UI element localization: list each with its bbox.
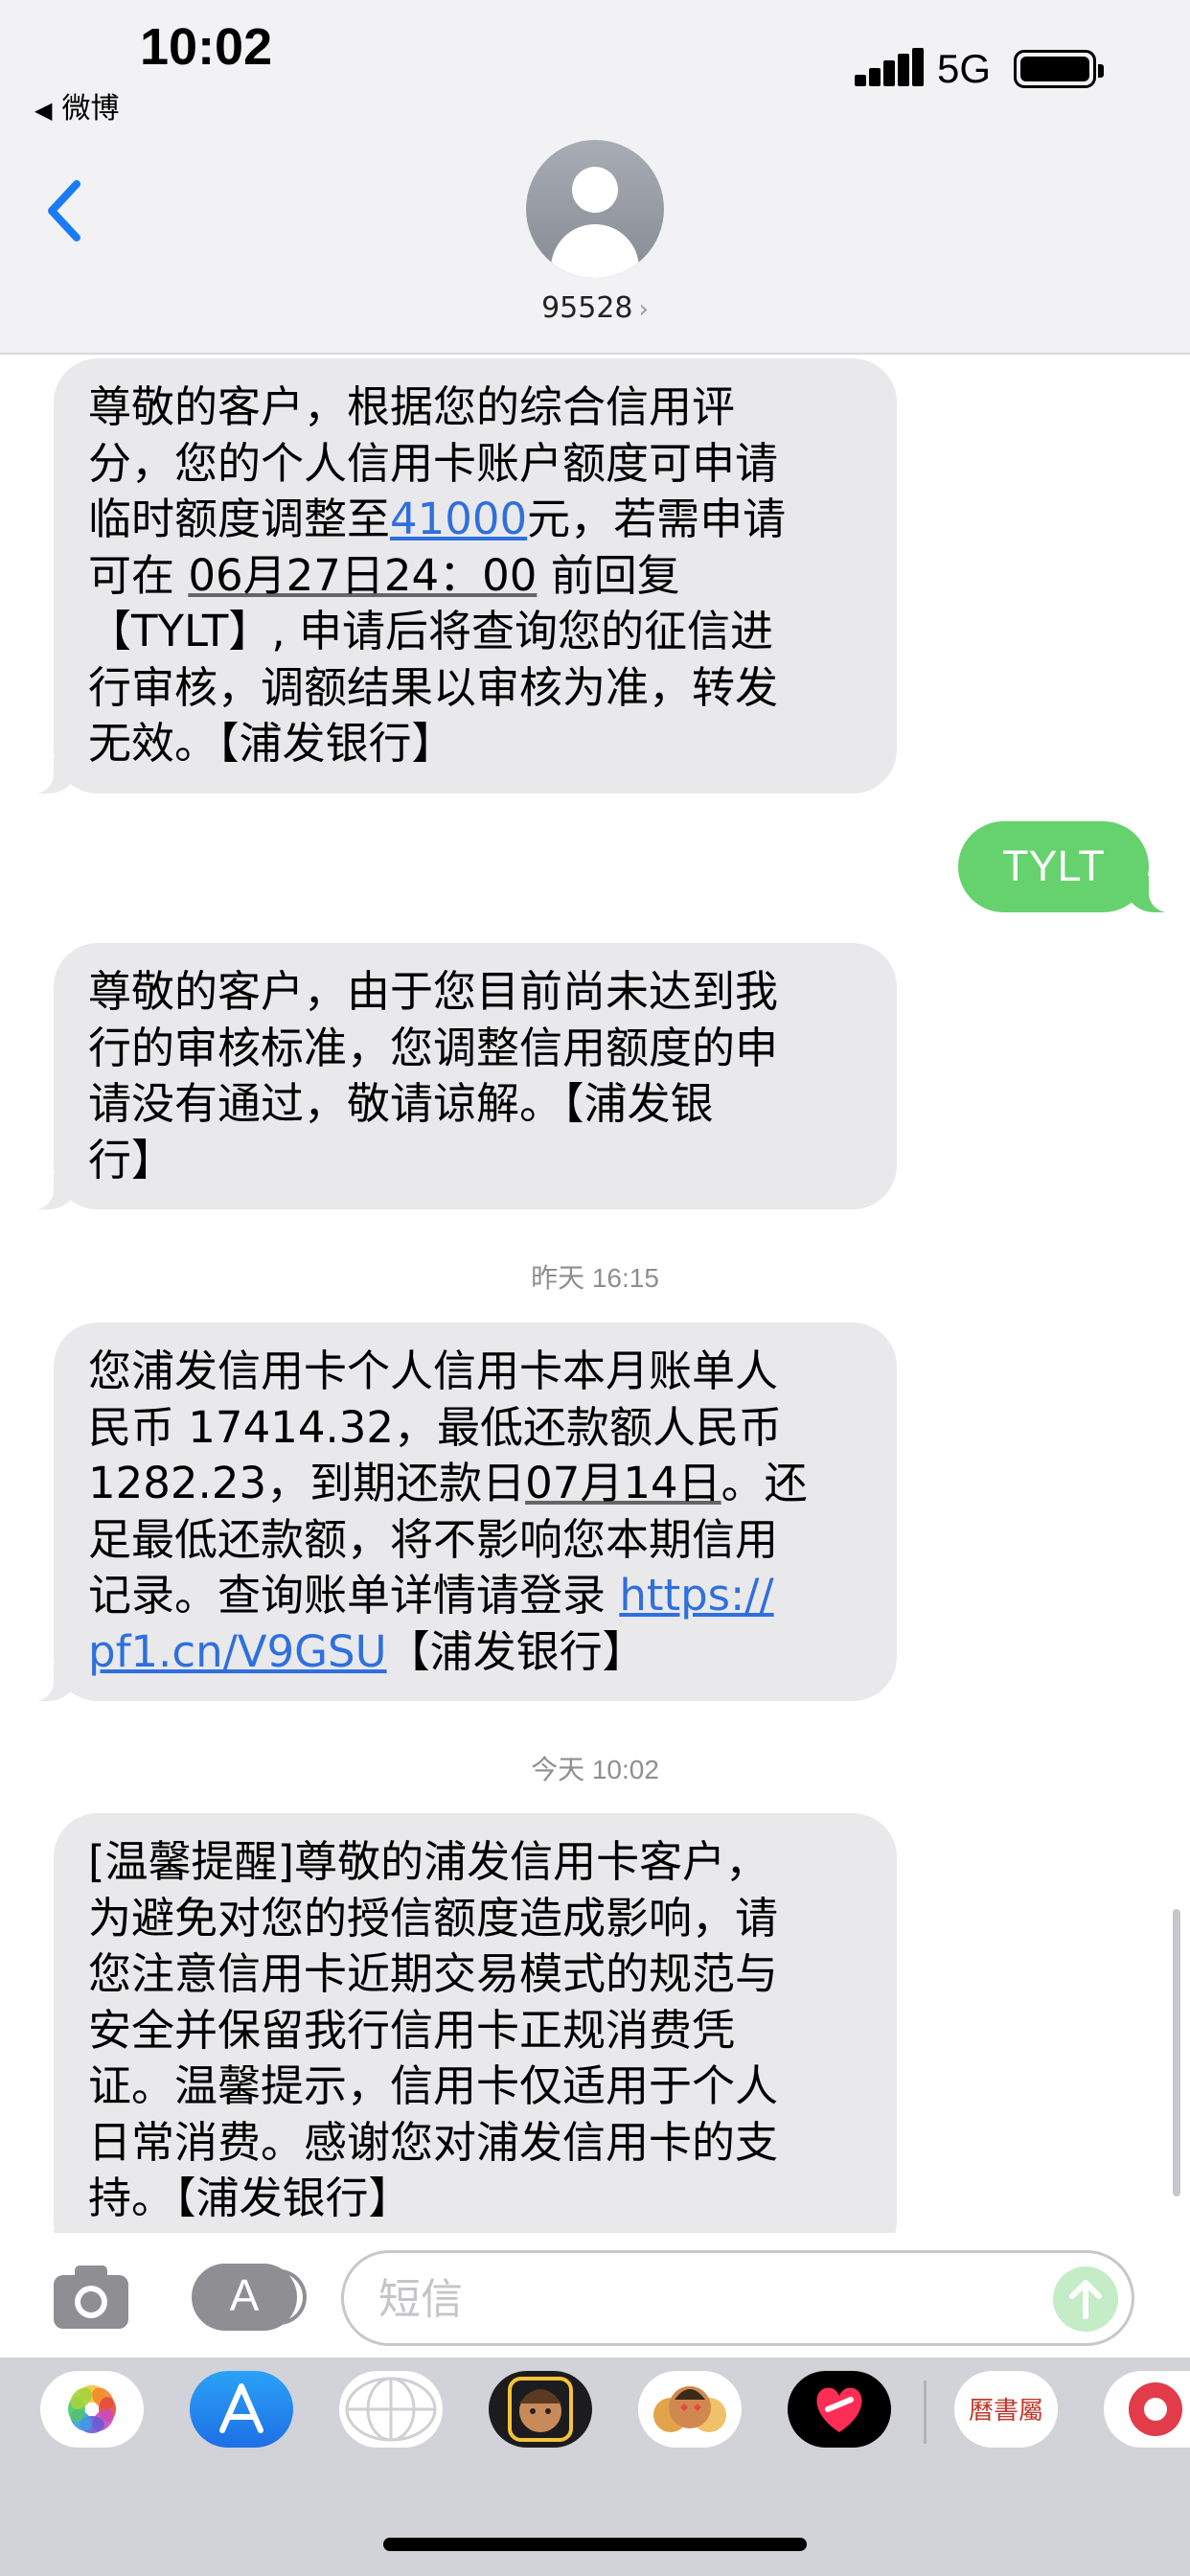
apps-button[interactable]: A <box>192 2264 307 2331</box>
send-button[interactable] <box>1053 2266 1118 2332</box>
message-line: 请没有通过，敬请谅解。【浦发银 <box>88 1078 714 1129</box>
app-store-glyph-icon: A <box>229 2270 260 2320</box>
svg-text:曆書屬: 曆書屬 <box>969 2397 1043 2426</box>
person-body-icon <box>551 224 639 278</box>
message-line: 无效。【浦发银行】 <box>88 718 455 769</box>
app-store-icon[interactable] <box>190 2371 293 2448</box>
message-text: 前回复 <box>550 549 680 601</box>
calendar-logo-icon: 曆書屬 <box>969 2397 1043 2426</box>
url-link[interactable]: pf1.cn/V9GSU <box>88 1626 387 1677</box>
heart-icon <box>816 2387 862 2432</box>
message-bubble-2[interactable]: TYLT <box>958 821 1178 912</box>
datetime-link[interactable]: 06月27日24：00 <box>188 550 537 601</box>
message-bubble-5[interactable]: [温馨提醒]尊敬的浦发信用卡客户， 为避免对您的授信额度造成影响，请 您注意信用… <box>25 1813 897 2233</box>
message-line: 足最低还款额，将不影响您本期信用 <box>88 1513 779 1565</box>
message-text: 记录。查询账单详情请登录 <box>88 1570 620 1621</box>
message-line: [温馨提醒]尊敬的浦发信用卡客户， <box>88 1836 769 1887</box>
contact-avatar[interactable] <box>526 140 664 278</box>
message-line: 行的审核标准，您调整信用额度的申 <box>88 1022 779 1073</box>
camera-icon <box>54 2266 128 2329</box>
message-list[interactable]: 尊敬的客户，根据您的综合信用评 分，您的个人信用卡账户额度可申请 临时额度调整至… <box>0 355 1190 2233</box>
message-line: 您注意信用卡近期交易模式的规范与 <box>88 1948 779 1999</box>
status-time: 10:02 <box>140 18 273 76</box>
message-line: 您浦发信用卡个人信用卡本月账单人 <box>88 1346 779 1396</box>
chevron-right-icon: › <box>638 295 649 324</box>
message-text: 。还 <box>721 1458 808 1508</box>
camera-button[interactable] <box>50 2262 132 2333</box>
message-line: 日常消费。感谢您对浦发信用卡的支 <box>88 2116 779 2168</box>
partial-app-icon[interactable] <box>1104 2371 1190 2448</box>
calendar-app-icon[interactable]: 曆書屬 <box>954 2371 1058 2448</box>
arrow-up-icon <box>1069 2280 1102 2319</box>
due-date-link[interactable]: 07月14日 <box>525 1458 721 1508</box>
app-logo-icon <box>1129 2382 1182 2436</box>
back-triangle-icon: ◀ <box>34 97 53 124</box>
message-text: 元，若需申请 <box>527 494 787 544</box>
memoji-icon[interactable] <box>489 2371 592 2448</box>
chevron-left-icon <box>48 180 80 242</box>
message-line: 1282.23，到期还款日07月14日。还 <box>88 1456 866 1512</box>
timestamp-today: 今天 10:02 <box>531 1755 659 1784</box>
message-line: 尊敬的客户，由于您目前尚未达到我 <box>88 966 779 1017</box>
contact-name-button[interactable]: 95528 › <box>0 291 1190 325</box>
message-line: 证。温馨提示，信用卡仅适用于个人 <box>88 2060 779 2111</box>
message-line: 临时额度调整至41000元，若需申请 <box>88 492 866 548</box>
contact-name: 95528 <box>541 291 633 325</box>
compose-bar: A <box>0 2233 1190 2358</box>
memoji-stickers-icon[interactable] <box>638 2371 742 2448</box>
home-indicator[interactable] <box>383 2538 807 2551</box>
message-bubble-3[interactable]: 尊敬的客户，由于您目前尚未达到我 行的审核标准，您调整信用额度的申 请没有通过，… <box>25 943 897 1209</box>
drawer-divider <box>924 2380 927 2444</box>
app-drawer: 曆書屬 <box>0 2358 1190 2576</box>
message-text: 【浦发银行】 <box>386 1625 646 1677</box>
conversation-header: 95528 › <box>0 134 1190 355</box>
heart-app-icon[interactable] <box>788 2371 891 2448</box>
battery-icon <box>1014 50 1104 88</box>
message-text: 可在 <box>88 549 175 601</box>
message-line: 行】 <box>88 1134 175 1185</box>
message-input-container[interactable] <box>341 2250 1134 2346</box>
url-link[interactable]: https:// <box>619 1570 773 1621</box>
message-bubble-1[interactable]: 尊敬的客户，根据您的综合信用评 分，您的个人信用卡账户额度可申请 临时额度调整至… <box>25 358 897 794</box>
memoji-group-icon <box>653 2386 726 2432</box>
digital-touch-icon[interactable] <box>339 2371 443 2448</box>
message-bubble-4[interactable]: 您浦发信用卡个人信用卡本月账单人 民币 17414.32，最低还款额人民币 12… <box>25 1322 897 1701</box>
message-input[interactable] <box>378 2270 992 2328</box>
message-line: pf1.cn/V9GSU【浦发银行】 <box>88 1624 866 1681</box>
timestamp-yesterday: 昨天 16:15 <box>531 1263 659 1293</box>
message-line: 行审核，调额结果以审核为准，转发 <box>88 661 779 713</box>
amount-link[interactable]: 41000 <box>390 494 527 544</box>
message-line: 为避免对您的授信额度造成影响，请 <box>88 1892 779 1944</box>
message-line: 安全并保留我行信用卡正规消费凭 <box>88 2004 736 2056</box>
person-head-icon <box>572 167 618 213</box>
message-line: 【TYLT】, 申请后将查询您的征信进 <box>88 606 773 656</box>
message-line: 尊敬的客户，根据您的综合信用评 <box>88 381 736 432</box>
app-store-a-icon <box>219 2383 263 2433</box>
network-type: 5G <box>937 46 992 91</box>
cellular-signal-icon <box>855 48 924 86</box>
message-line: 记录。查询账单详情请登录 https:// <box>88 1568 866 1624</box>
message-text: 1282.23，到期还款日 <box>88 1458 526 1508</box>
message-text: TYLT <box>1002 841 1105 890</box>
scrollbar[interactable] <box>1173 1909 1180 2196</box>
status-bar: 10:02 ◀ 微博 5G <box>0 0 1190 134</box>
photos-icon[interactable] <box>40 2371 144 2448</box>
message-text: 临时额度调整至 <box>88 494 391 544</box>
back-to-app-link[interactable]: ◀ 微博 <box>34 84 119 126</box>
message-line: 民币 17414.32，最低还款额人民币 <box>88 1401 783 1453</box>
globe-grid-icon <box>345 2377 437 2442</box>
message-line: 持。【浦发银行】 <box>88 2173 412 2223</box>
memoji-face-icon <box>508 2377 573 2442</box>
back-app-label: 微博 <box>61 92 120 126</box>
back-button[interactable] <box>38 172 96 249</box>
message-line: 可在 06月27日24：00 前回复 <box>88 548 866 605</box>
message-line: 分，您的个人信用卡账户额度可申请 <box>88 437 779 489</box>
